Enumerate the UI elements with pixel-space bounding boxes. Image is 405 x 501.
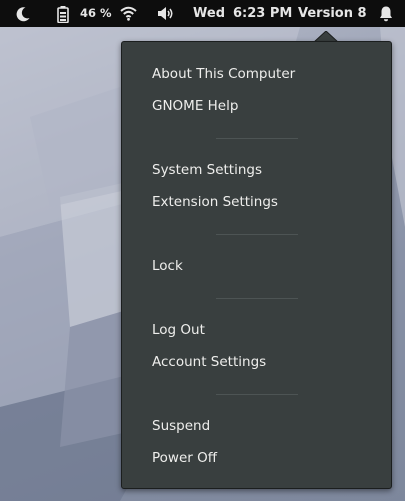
menu-item-account-settings[interactable]: Account Settings <box>152 350 266 374</box>
menu-separator <box>216 234 298 235</box>
battery-percentage[interactable]: 46 % <box>80 0 112 27</box>
menu-item-lock[interactable]: Lock <box>152 254 183 278</box>
menu-separator <box>216 394 298 395</box>
menu-item-log-out[interactable]: Log Out <box>152 318 205 342</box>
menu-separator <box>216 138 298 139</box>
menu-item-extension-settings[interactable]: Extension Settings <box>152 190 278 214</box>
menu-item-suspend[interactable]: Suspend <box>152 414 210 438</box>
top-bar: 46 % Wed 6:23 PM Version 8 <box>0 0 405 27</box>
clock-day[interactable]: Wed <box>193 0 225 27</box>
version-menu-button[interactable]: Version 8 <box>298 0 367 27</box>
menu-item-gnome-help[interactable]: GNOME Help <box>152 94 238 118</box>
menu-separator <box>216 298 298 299</box>
menu-item-system-settings[interactable]: System Settings <box>152 158 262 182</box>
menu-item-power-off[interactable]: Power Off <box>152 446 217 470</box>
menu-item-about-this-computer[interactable]: About This Computer <box>152 62 295 86</box>
clock-time[interactable]: 6:23 PM <box>233 0 292 27</box>
system-menu: About This Computer GNOME Help System Se… <box>121 41 392 489</box>
